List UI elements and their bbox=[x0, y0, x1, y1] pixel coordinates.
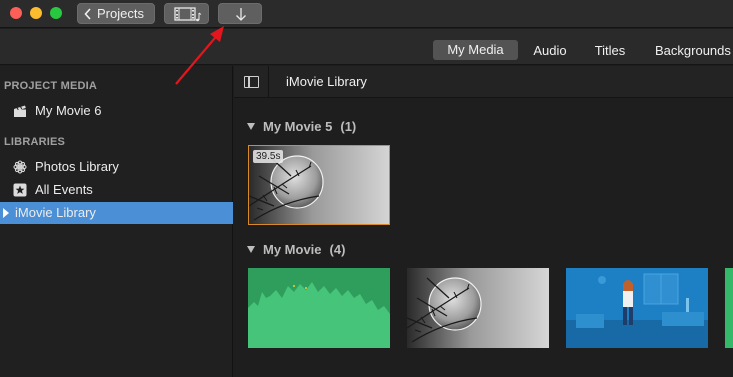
project-media-heading: PROJECT MEDIA bbox=[4, 80, 98, 92]
sidebar-item-photos-library[interactable]: Photos Library bbox=[0, 156, 233, 178]
title-bar: Projects bbox=[0, 0, 733, 28]
disclosure-triangle-icon[interactable] bbox=[247, 123, 255, 130]
tab-titles[interactable]: Titles bbox=[593, 41, 627, 61]
library-sidebar: PROJECT MEDIA My Movie 6 LIBRARIES Photo… bbox=[0, 66, 233, 377]
projects-button[interactable]: Projects bbox=[77, 3, 155, 24]
close-window-button[interactable] bbox=[10, 7, 22, 19]
clip-thumbnail-partial[interactable] bbox=[725, 268, 733, 348]
sidebar-item-label: My Movie 6 bbox=[35, 103, 102, 118]
browser-header: iMovie Library bbox=[234, 66, 733, 98]
chevron-left-icon bbox=[84, 8, 91, 20]
clip-thumbnail[interactable]: 39.5s bbox=[248, 145, 390, 225]
event-name: My Movie bbox=[263, 242, 322, 257]
sidebar-item-label: All Events bbox=[35, 182, 93, 197]
projects-button-label: Projects bbox=[97, 6, 144, 21]
event-group-header[interactable]: My Movie (4) bbox=[247, 242, 345, 257]
event-group-header[interactable]: My Movie 5 (1) bbox=[247, 119, 356, 134]
zoom-window-button[interactable] bbox=[50, 7, 62, 19]
sidebar-item-imovie-library[interactable]: iMovie Library bbox=[0, 202, 233, 224]
clip-count: (4) bbox=[329, 242, 346, 257]
sidebar-item-label: iMovie Library bbox=[15, 205, 96, 220]
libraries-heading: LIBRARIES bbox=[4, 136, 66, 148]
sidebar-item-label: Photos Library bbox=[35, 159, 119, 174]
animated-office-image bbox=[566, 268, 708, 348]
minimize-window-button[interactable] bbox=[30, 7, 42, 19]
tab-my-media[interactable]: My Media bbox=[433, 40, 518, 60]
clip-duration-badge: 39.5s bbox=[253, 150, 284, 163]
clip-count: (1) bbox=[340, 119, 357, 134]
clapperboard-icon bbox=[14, 105, 26, 117]
disclosure-triangle-icon[interactable] bbox=[247, 246, 255, 253]
clip-thumbnail[interactable] bbox=[407, 268, 549, 348]
tab-backgrounds[interactable]: Backgrounds bbox=[655, 41, 733, 61]
sidebar-toggle-icon bbox=[244, 76, 259, 88]
tab-audio[interactable]: Audio bbox=[532, 41, 568, 61]
flower-icon bbox=[13, 160, 27, 174]
imovie-window: Projects My Media Audio Titles Backgroun… bbox=[0, 0, 733, 377]
browser-title: iMovie Library bbox=[286, 74, 367, 89]
disclosure-triangle-icon[interactable] bbox=[3, 208, 9, 218]
annotation-arrow bbox=[175, 26, 224, 85]
event-name: My Movie 5 bbox=[263, 119, 333, 134]
toggle-sidebar-button[interactable] bbox=[234, 66, 269, 97]
sidebar-item-all-events[interactable]: All Events bbox=[0, 179, 233, 201]
frozen-bubble-image bbox=[407, 268, 549, 348]
green-waveform-image bbox=[248, 268, 390, 348]
sidebar-item-my-movie-6[interactable]: My Movie 6 bbox=[0, 100, 233, 122]
clip-thumbnail[interactable] bbox=[566, 268, 708, 348]
clip-thumbnail[interactable] bbox=[248, 268, 390, 348]
content-tab-bar: My Media Audio Titles Backgrounds bbox=[0, 29, 733, 65]
star-icon bbox=[13, 183, 27, 197]
